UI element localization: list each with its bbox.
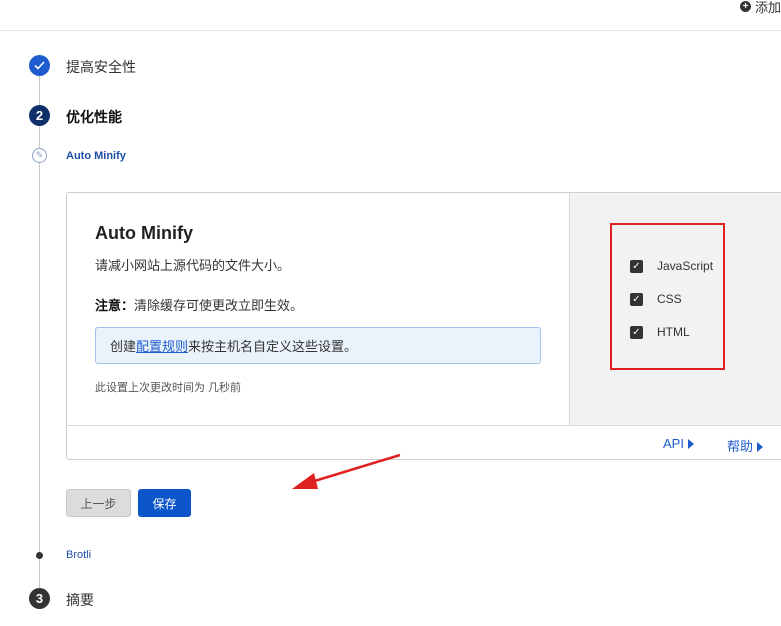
option-css[interactable]: ✓ CSS — [630, 292, 682, 306]
back-button[interactable]: 上一步 — [66, 489, 131, 517]
stepper-line — [39, 126, 40, 588]
info-banner: 创建 配置规则 来按主机名自定义这些设置。 — [95, 327, 541, 364]
configuration-rules-link[interactable]: 配置规则 — [136, 336, 188, 355]
note-text: 清除缓存可使更改立即生效。 — [134, 298, 304, 313]
card-description: 请减小网站上源代码的文件大小。 — [95, 258, 291, 273]
info-prefix: 创建 — [110, 339, 137, 354]
step-complete-icon — [29, 55, 50, 76]
checkbox-checked-icon[interactable]: ✓ — [630, 259, 643, 273]
card-options-panel: ✓ JavaScript ✓ CSS ✓ HTML — [569, 193, 781, 425]
card-note: 注意：清除缓存可使更改立即生效。 — [95, 295, 303, 314]
step-number-badge: 3 — [29, 588, 50, 609]
option-label: HTML — [657, 325, 690, 339]
info-suffix: 来按主机名自定义这些设置。 — [188, 339, 358, 354]
options-highlight-box: ✓ JavaScript ✓ CSS ✓ HTML — [610, 223, 725, 370]
help-link[interactable]: 帮助 — [727, 436, 764, 455]
header-divider — [0, 30, 781, 31]
play-arrow-icon — [687, 439, 694, 449]
api-label: API — [663, 436, 684, 451]
substep-dot-icon — [36, 552, 43, 559]
api-link[interactable]: API — [663, 436, 694, 451]
stepper-line — [39, 76, 40, 105]
option-html[interactable]: ✓ HTML — [630, 325, 690, 339]
play-arrow-icon — [757, 442, 764, 452]
check-icon — [34, 61, 45, 70]
plus-circle-icon: + — [739, 1, 751, 12]
add-button[interactable]: + 添加 — [739, 0, 781, 16]
save-button[interactable]: 保存 — [138, 489, 191, 517]
annotation-arrow-icon — [292, 453, 401, 489]
substep-brotli[interactable]: Brotli — [66, 549, 91, 561]
page: + 添加 提高安全性 2 优化性能 ✎ Auto Minify Auto Min… — [0, 0, 781, 626]
checkbox-checked-icon[interactable]: ✓ — [630, 325, 643, 339]
option-label: JavaScript — [657, 259, 714, 273]
step-number-badge: 2 — [29, 105, 50, 126]
checkbox-checked-icon[interactable]: ✓ — [630, 292, 643, 306]
card-content: Auto Minify 请减小网站上源代码的文件大小。 注意：清除缓存可使更改立… — [67, 193, 569, 425]
option-label: CSS — [657, 292, 682, 306]
step-label-summary: 摘要 — [66, 592, 94, 608]
last-modified-text: 此设置上次更改时间为 几秒前 — [95, 382, 242, 394]
step-label-performance: 优化性能 — [66, 109, 122, 125]
add-label: 添加 — [754, 0, 781, 15]
card-title: Auto Minify — [95, 223, 193, 243]
note-label: 注意： — [95, 298, 135, 313]
substep-auto-minify[interactable]: Auto Minify — [66, 150, 126, 162]
step-label-security: 提高安全性 — [66, 59, 136, 75]
help-label: 帮助 — [727, 439, 754, 454]
option-javascript[interactable]: ✓ JavaScript — [630, 259, 713, 273]
card-footer: API 帮助 — [67, 425, 781, 459]
substep-current-icon: ✎ — [32, 148, 47, 163]
auto-minify-card: Auto Minify 请减小网站上源代码的文件大小。 注意：清除缓存可使更改立… — [66, 192, 781, 460]
